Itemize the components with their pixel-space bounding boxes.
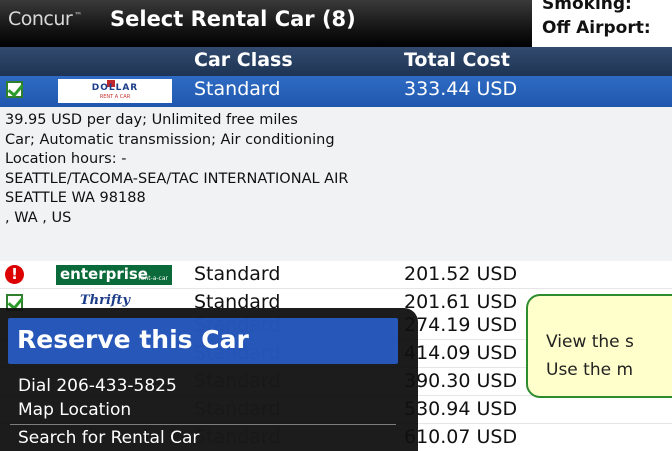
menu-item-reserve[interactable]: Reserve this Car bbox=[8, 318, 398, 364]
context-menu: Reserve this Car Dial 206-433-5825 Map L… bbox=[0, 308, 418, 451]
car-class: Standard bbox=[194, 263, 281, 285]
detail-features: Car; Automatic transmission; Air conditi… bbox=[5, 131, 335, 148]
total-cost: 530.94 USD bbox=[404, 398, 518, 420]
total-cost: 414.09 USD bbox=[404, 342, 518, 364]
warning-icon: ! bbox=[5, 265, 24, 284]
column-total-cost[interactable]: Total Cost bbox=[404, 49, 510, 71]
menu-item-dial[interactable]: Dial 206-433-5825 bbox=[18, 376, 177, 396]
menu-header-label: Reserve this Car bbox=[17, 325, 249, 354]
thrifty-logo: Thrifty bbox=[80, 293, 131, 308]
rental-details: 39.95 USD per day; Unlimited free miles … bbox=[0, 107, 672, 261]
off-airport-label: Off Airport: bbox=[542, 18, 651, 38]
menu-separator bbox=[10, 424, 396, 425]
tooltip-line: View the s bbox=[546, 332, 634, 352]
smoking-label: Smoking: bbox=[542, 0, 632, 14]
help-tooltip: View the s Use the m bbox=[526, 294, 672, 398]
detail-state: , WA , US bbox=[5, 209, 72, 226]
detail-location: SEATTLE/TACOMA-SEA/TAC INTERNATIONAL AIR bbox=[5, 170, 349, 187]
rental-row[interactable]: ! enterprise rent-a-car Standard 201.52 U… bbox=[0, 261, 672, 289]
check-box-icon[interactable] bbox=[6, 81, 23, 98]
total-cost: 333.44 USD bbox=[404, 78, 518, 100]
enterprise-logo: enterprise rent-a-car bbox=[56, 265, 172, 285]
total-cost: 201.52 USD bbox=[404, 263, 518, 285]
total-cost: 274.19 USD bbox=[404, 314, 518, 336]
tooltip-line: Use the m bbox=[546, 360, 634, 380]
filter-info-panel: Smoking: Off Airport: bbox=[532, 0, 672, 47]
logo-text: Concur bbox=[8, 8, 73, 30]
menu-item-map-location[interactable]: Map Location bbox=[18, 400, 131, 420]
title-bar: Concur ™ Select Rental Car (8) bbox=[0, 0, 532, 47]
car-class: Standard bbox=[194, 78, 281, 100]
column-car-class[interactable]: Car Class bbox=[194, 49, 293, 71]
detail-city: SEATTLE WA 98188 bbox=[5, 190, 146, 206]
column-header: Car Class Total Cost bbox=[0, 47, 672, 76]
detail-rate: 39.95 USD per day; Unlimited free miles bbox=[5, 112, 298, 128]
dollar-logo: DOLLAR RENT A CAR bbox=[58, 79, 172, 103]
total-cost: 201.61 USD bbox=[404, 291, 518, 313]
total-cost: 610.07 USD bbox=[404, 426, 518, 448]
concur-logo: Concur ™ bbox=[8, 8, 82, 30]
rental-row-selected[interactable]: DOLLAR RENT A CAR Standard 333.44 USD bbox=[0, 76, 672, 107]
detail-hours: Location hours: - bbox=[5, 151, 127, 167]
menu-item-search[interactable]: Search for Rental Car bbox=[18, 428, 199, 448]
page-title: Select Rental Car (8) bbox=[110, 7, 356, 31]
total-cost: 390.30 USD bbox=[404, 370, 518, 392]
